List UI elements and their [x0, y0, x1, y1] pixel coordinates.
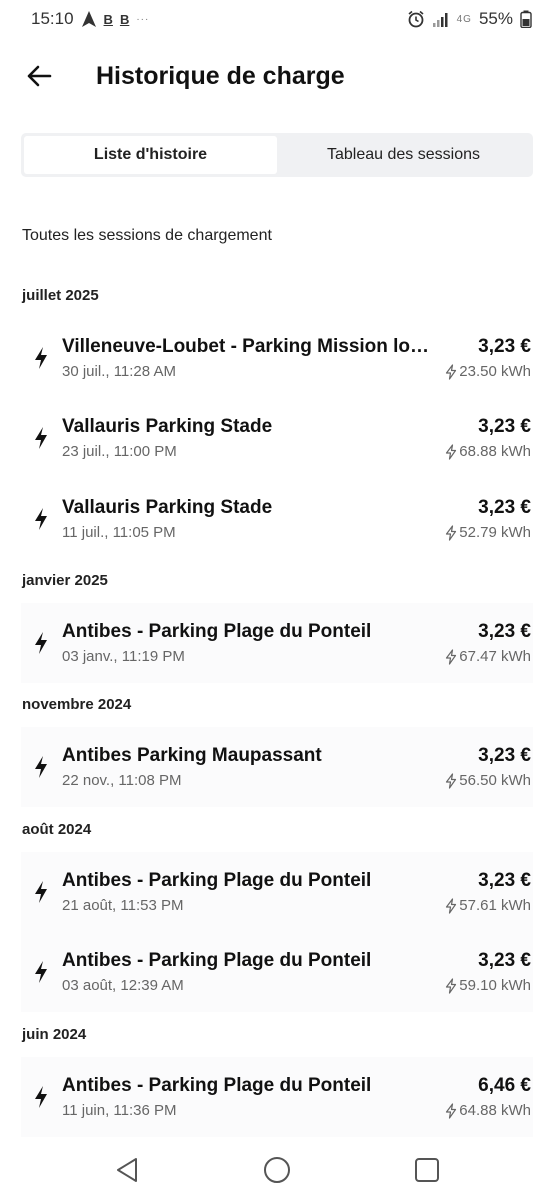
- session-energy-value: 64.88 kWh: [459, 1102, 531, 1119]
- status-left: 15:10 B B ···: [31, 9, 149, 29]
- session-energy-value: 67.47 kWh: [459, 648, 531, 665]
- session-price: 3,23 €: [478, 745, 531, 766]
- energy-bolt-icon: [446, 363, 457, 380]
- status-time: 15:10: [31, 9, 74, 28]
- session-price: 3,23 €: [478, 950, 531, 971]
- session-date: 11 juin, 11:36 PM: [62, 1102, 177, 1119]
- charging-bolt-icon: [21, 1085, 61, 1109]
- signal-icon: [432, 10, 450, 28]
- nav-home-button[interactable]: [257, 1150, 297, 1190]
- charging-bolt-icon: [21, 631, 61, 655]
- session-energy: 67.47 kWh: [445, 648, 531, 665]
- app-b-icon: B: [103, 11, 113, 27]
- charging-bolt-icon: [21, 755, 61, 779]
- session-date: 11 juil., 11:05 PM: [62, 524, 176, 541]
- section-title: Toutes les sessions de chargement: [22, 227, 272, 244]
- session-energy: 64.88 kWh: [445, 1102, 531, 1119]
- tab-switcher: Liste d'histoire Tableau des sessions: [21, 133, 533, 177]
- session-location: Vallauris Parking Stade: [62, 416, 273, 437]
- more-notifications-icon: ···: [136, 13, 150, 25]
- energy-bolt-icon: [446, 977, 457, 994]
- charging-bolt-icon: [21, 960, 61, 984]
- status-bar: 15:10 B B ··· 4G 55%: [0, 0, 554, 38]
- session-price: 3,23 €: [478, 870, 531, 891]
- session-price: 3,23 €: [478, 416, 531, 437]
- month-header: novembre 2024: [22, 696, 132, 713]
- session-location: Vallauris Parking Stade: [62, 497, 273, 518]
- navigation-icon: [81, 10, 97, 28]
- session-price: 3,23 €: [478, 621, 531, 642]
- session-row[interactable]: Antibes - Parking Plage du Ponteil 21 ao…: [21, 852, 533, 932]
- battery-icon: [520, 10, 532, 28]
- alarm-icon: [407, 10, 425, 28]
- session-energy: 59.10 kWh: [445, 977, 531, 994]
- session-price: 3,23 €: [478, 497, 531, 518]
- system-nav-bar: [0, 1140, 554, 1200]
- session-row[interactable]: Antibes - Parking Plage du Ponteil 11 ju…: [21, 1057, 533, 1137]
- session-row[interactable]: Villeneuve-Loubet - Parking Mission loc.…: [21, 318, 533, 398]
- charging-bolt-icon: [21, 880, 61, 904]
- month-header: juillet 2025: [22, 287, 99, 304]
- session-energy-value: 68.88 kWh: [459, 443, 531, 460]
- session-row[interactable]: Antibes - Parking Plage du Ponteil 03 ja…: [21, 603, 533, 683]
- tab-sessions-table[interactable]: Tableau des sessions: [277, 136, 530, 174]
- session-price: 3,23 €: [478, 336, 531, 357]
- network-type-icon: 4G: [456, 13, 472, 25]
- app-header: Historique de charge: [0, 50, 554, 102]
- charging-bolt-icon: [21, 507, 61, 531]
- session-energy-value: 56.50 kWh: [459, 772, 531, 789]
- tab-history-list[interactable]: Liste d'histoire: [24, 136, 277, 174]
- session-energy: 52.79 kWh: [445, 524, 531, 541]
- session-energy: 57.61 kWh: [445, 897, 531, 914]
- energy-bolt-icon: [446, 897, 457, 914]
- session-location: Antibes - Parking Plage du Ponteil: [62, 870, 372, 891]
- session-date: 22 nov., 11:08 PM: [62, 772, 182, 789]
- session-location: Antibes - Parking Plage du Ponteil: [62, 1075, 372, 1096]
- session-row[interactable]: Vallauris Parking Stade 11 juil., 11:05 …: [21, 479, 533, 559]
- triangle-back-icon: [117, 1158, 137, 1182]
- battery-percent: 55%: [478, 9, 513, 28]
- session-location: Antibes - Parking Plage du Ponteil: [62, 950, 372, 971]
- session-energy: 23.50 kWh: [445, 363, 531, 380]
- session-location: Antibes Parking Maupassant: [62, 745, 322, 766]
- session-energy-value: 57.61 kWh: [459, 897, 531, 914]
- energy-bolt-icon: [446, 443, 457, 460]
- charging-bolt-icon: [21, 426, 61, 450]
- session-date: 30 juil., 11:28 AM: [62, 363, 176, 380]
- circle-home-icon: [264, 1157, 290, 1183]
- session-row[interactable]: Vallauris Parking Stade 23 juil., 11:00 …: [21, 398, 533, 478]
- session-date: 03 janv., 11:19 PM: [62, 648, 185, 665]
- session-date: 03 août, 12:39 AM: [62, 977, 184, 994]
- month-header: août 2024: [22, 821, 92, 838]
- session-date: 23 juil., 11:00 PM: [62, 443, 177, 460]
- session-energy-value: 52.79 kWh: [459, 524, 531, 541]
- session-location: Villeneuve-Loubet - Parking Mission loc.…: [62, 336, 434, 357]
- session-row[interactable]: Antibes - Parking Plage du Ponteil 03 ao…: [21, 932, 533, 1012]
- month-header: janvier 2025: [22, 572, 108, 589]
- status-right: 4G 55%: [407, 9, 532, 29]
- nav-back-button[interactable]: [107, 1150, 147, 1190]
- back-arrow-icon: [27, 65, 52, 87]
- session-price: 6,46 €: [478, 1075, 531, 1096]
- session-energy: 68.88 kWh: [445, 443, 531, 460]
- square-recents-icon: [415, 1158, 439, 1182]
- session-row[interactable]: Antibes Parking Maupassant 22 nov., 11:0…: [21, 727, 533, 807]
- session-date: 21 août, 11:53 PM: [62, 897, 184, 914]
- session-location: Antibes - Parking Plage du Ponteil: [62, 621, 372, 642]
- energy-bolt-icon: [446, 772, 457, 789]
- energy-bolt-icon: [446, 648, 457, 665]
- session-energy-value: 23.50 kWh: [459, 363, 531, 380]
- energy-bolt-icon: [446, 1102, 457, 1119]
- app-b-icon: B: [119, 11, 130, 27]
- energy-bolt-icon: [446, 524, 457, 541]
- back-button[interactable]: [19, 56, 59, 96]
- session-energy-value: 59.10 kWh: [459, 977, 531, 994]
- nav-recents-button[interactable]: [407, 1150, 447, 1190]
- page-title: Historique de charge: [96, 61, 345, 90]
- session-energy: 56.50 kWh: [445, 772, 531, 789]
- charging-bolt-icon: [21, 346, 61, 370]
- month-header: juin 2024: [22, 1026, 87, 1043]
